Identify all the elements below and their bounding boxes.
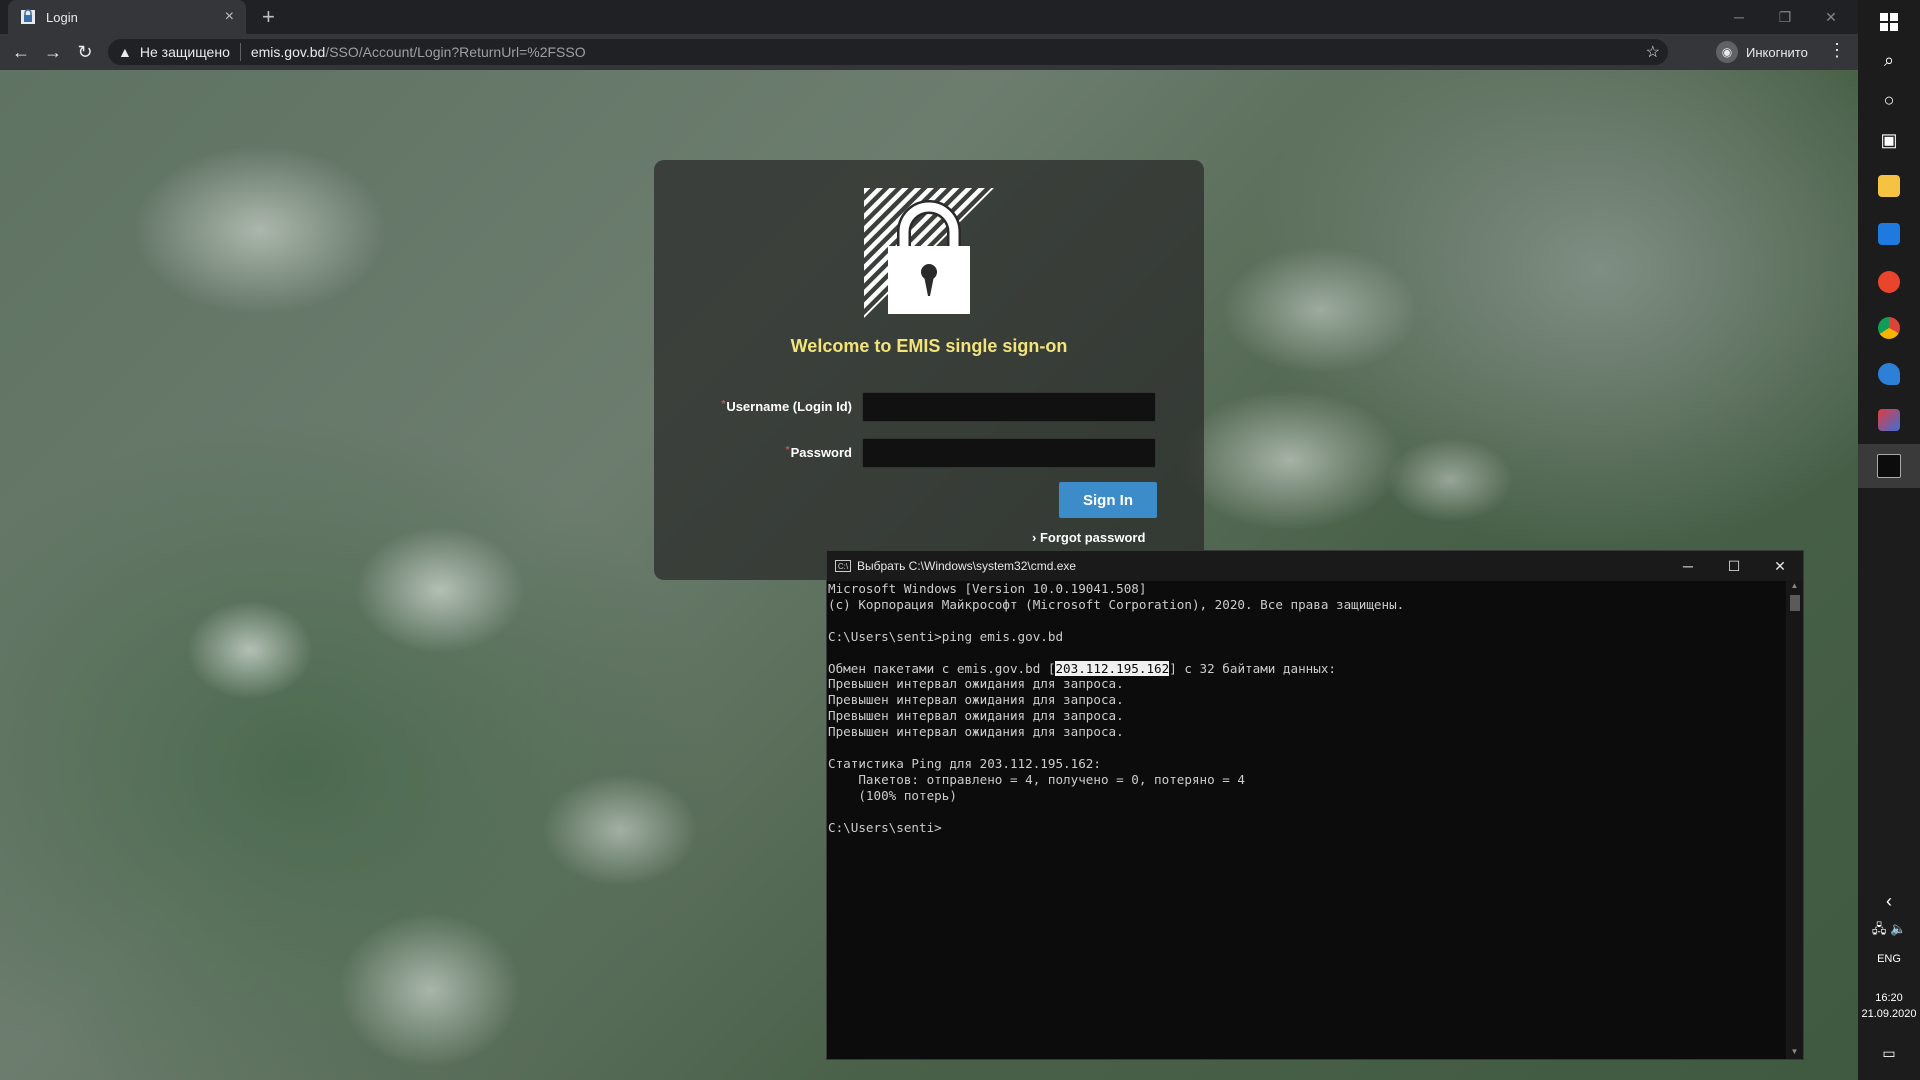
- cmd-line: C:\Users\senti>: [828, 819, 942, 835]
- forward-arrow-icon[interactable]: →: [42, 41, 64, 63]
- password-label-text: Password: [790, 445, 852, 460]
- browser-toolbar: ← → ↻ ▲ Не защищено emis.gov.bd /SSO/Acc…: [0, 34, 1858, 70]
- browser-menu-icon[interactable]: ⋮: [1828, 40, 1846, 61]
- tab-title: Login: [46, 9, 78, 25]
- cmd-exchange-line: Обмен пакетами с emis.gov.bd [203.112.19…: [828, 660, 1785, 677]
- notification-icon[interactable]: ▭: [1858, 1036, 1920, 1070]
- url-host: emis.gov.bd: [250, 44, 326, 60]
- emis-favicon-icon: [21, 9, 35, 24]
- username-row: *Username (Login Id): [654, 392, 1204, 422]
- sign-in-button[interactable]: Sign In: [1059, 482, 1157, 518]
- cmd-line: C:\Users\senti>ping emis.gov.bd: [828, 628, 1064, 644]
- cmd-line: Microsoft Windows [Version 10.0.19041.50…: [828, 581, 1147, 596]
- chevron-right-icon: ›: [1032, 530, 1037, 545]
- security-label: Не защищено: [139, 44, 230, 60]
- browser-close-button[interactable]: ✕: [1808, 0, 1854, 34]
- file-explorer-icon[interactable]: [1858, 164, 1920, 208]
- tray-chevron-icon[interactable]: ‹: [1858, 886, 1920, 916]
- forgot-password-label: Forgot password: [1039, 530, 1146, 545]
- new-tab-button[interactable]: +: [262, 4, 275, 30]
- windows-taskbar: ⌕ ○ ▣ ‹ 🖧 🔈 ENG 16:20 21.09.2020 ▭: [1858, 0, 1920, 1080]
- clock-date[interactable]: 21.09.2020: [1858, 1008, 1920, 1020]
- incognito-label: Инкогнито: [1746, 44, 1808, 60]
- incognito-indicator[interactable]: ◉ Инкогнито: [1716, 41, 1808, 63]
- login-card: Welcome to EMIS single sign-on *Username…: [654, 160, 1204, 580]
- scroll-up-icon[interactable]: ▲: [1786, 581, 1803, 593]
- scroll-down-icon[interactable]: ▼: [1786, 1047, 1803, 1059]
- url-path: /SSO/Account/Login?ReturnUrl=%2FSSO: [325, 44, 586, 60]
- password-row: *Password: [654, 438, 1204, 468]
- incognito-icon: ◉: [1716, 41, 1738, 63]
- password-input[interactable]: [862, 438, 1156, 468]
- cmd-maximize-button[interactable]: ☐: [1711, 551, 1757, 581]
- mail-icon[interactable]: [1858, 212, 1920, 256]
- cmd-line: Превышен интервал ожидания для запроса.: [828, 724, 1124, 740]
- back-arrow-icon[interactable]: ←: [10, 41, 32, 63]
- cmd-line: Статистика Ping для 203.112.195.162:: [828, 755, 1101, 771]
- clock-time[interactable]: 16:20: [1858, 992, 1920, 1004]
- cmd-line: [828, 645, 1785, 661]
- cmd-line: Превышен интервал ожидания для запроса.: [828, 692, 1124, 708]
- cmd-icon: C:\: [835, 560, 851, 572]
- welcome-title: Welcome to EMIS single sign-on: [790, 336, 1068, 356]
- username-input[interactable]: [862, 392, 1156, 422]
- browser-tab-bar: Login × + ─ ❐ ✕: [0, 0, 1858, 34]
- cmd-line: [828, 804, 1785, 820]
- required-marker: *: [721, 399, 726, 410]
- cmd-title-bar[interactable]: C:\ Выбрать C:\Windows\system32\cmd.exe …: [827, 551, 1803, 581]
- pinned-app-icon[interactable]: [1858, 398, 1920, 442]
- scroll-thumb[interactable]: [1790, 595, 1800, 611]
- cmd-scrollbar[interactable]: ▲ ▼: [1786, 581, 1803, 1059]
- network-volume-icon[interactable]: 🖧 🔈: [1858, 916, 1920, 946]
- forgot-password-link[interactable]: › Forgot password: [1032, 530, 1145, 545]
- cmd-line: (100% потерь): [828, 787, 957, 803]
- cmd-output[interactable]: Microsoft Windows [Version 10.0.19041.50…: [827, 581, 1785, 1059]
- tab-close-icon[interactable]: ×: [225, 8, 234, 26]
- browser-minimize-button[interactable]: ─: [1716, 0, 1762, 34]
- cmd-line: [828, 740, 1785, 756]
- cmd-exchange-prefix: Обмен пакетами с emis.gov.bd [: [828, 660, 1056, 676]
- warning-icon: ▲: [118, 44, 132, 60]
- cmd-exchange-suffix: ] с 32 байтами данных:: [1169, 660, 1337, 676]
- edge-icon[interactable]: [1858, 352, 1920, 396]
- cortana-icon[interactable]: ○: [1858, 78, 1920, 122]
- cmd-title: Выбрать C:\Windows\system32\cmd.exe: [857, 559, 1077, 573]
- address-bar[interactable]: ▲ Не защищено emis.gov.bd /SSO/Account/L…: [108, 39, 1668, 65]
- cmd-line: (c) Корпорация Майкрософт (Microsoft Cor…: [828, 596, 1405, 612]
- cmd-line: Пакетов: отправлено = 4, получено = 0, п…: [828, 771, 1246, 787]
- cmd-close-button[interactable]: ✕: [1757, 551, 1803, 581]
- language-indicator[interactable]: ENG: [1858, 953, 1920, 965]
- username-label: *Username (Login Id): [721, 399, 852, 414]
- lock-logo-icon: [864, 188, 994, 318]
- bookmark-star-icon[interactable]: ☆: [1646, 42, 1660, 62]
- cmd-window[interactable]: C:\ Выбрать C:\Windows\system32\cmd.exe …: [826, 550, 1804, 1060]
- reload-icon[interactable]: ↻: [74, 41, 96, 63]
- search-icon[interactable]: ⌕: [1858, 38, 1920, 82]
- username-label-text: Username (Login Id): [726, 399, 852, 414]
- cmd-app-icon[interactable]: [1858, 444, 1920, 488]
- selected-ip-address[interactable]: 203.112.195.162: [1055, 660, 1170, 676]
- required-marker: *: [785, 445, 790, 456]
- cmd-minimize-button[interactable]: ─: [1665, 551, 1711, 581]
- task-view-icon[interactable]: ▣: [1858, 118, 1920, 162]
- browser-restore-button[interactable]: ❐: [1762, 0, 1808, 34]
- chrome-icon[interactable]: [1858, 306, 1920, 350]
- cmd-line: Превышен интервал ожидания для запроса.: [828, 676, 1124, 692]
- tab-login[interactable]: Login ×: [8, 0, 246, 34]
- address-separator: [239, 43, 241, 61]
- cmd-line: Превышен интервал ожидания для запроса.: [828, 708, 1124, 724]
- yandex-browser-icon[interactable]: [1858, 260, 1920, 304]
- cmd-line: [828, 613, 1785, 629]
- password-label: *Password: [786, 445, 852, 460]
